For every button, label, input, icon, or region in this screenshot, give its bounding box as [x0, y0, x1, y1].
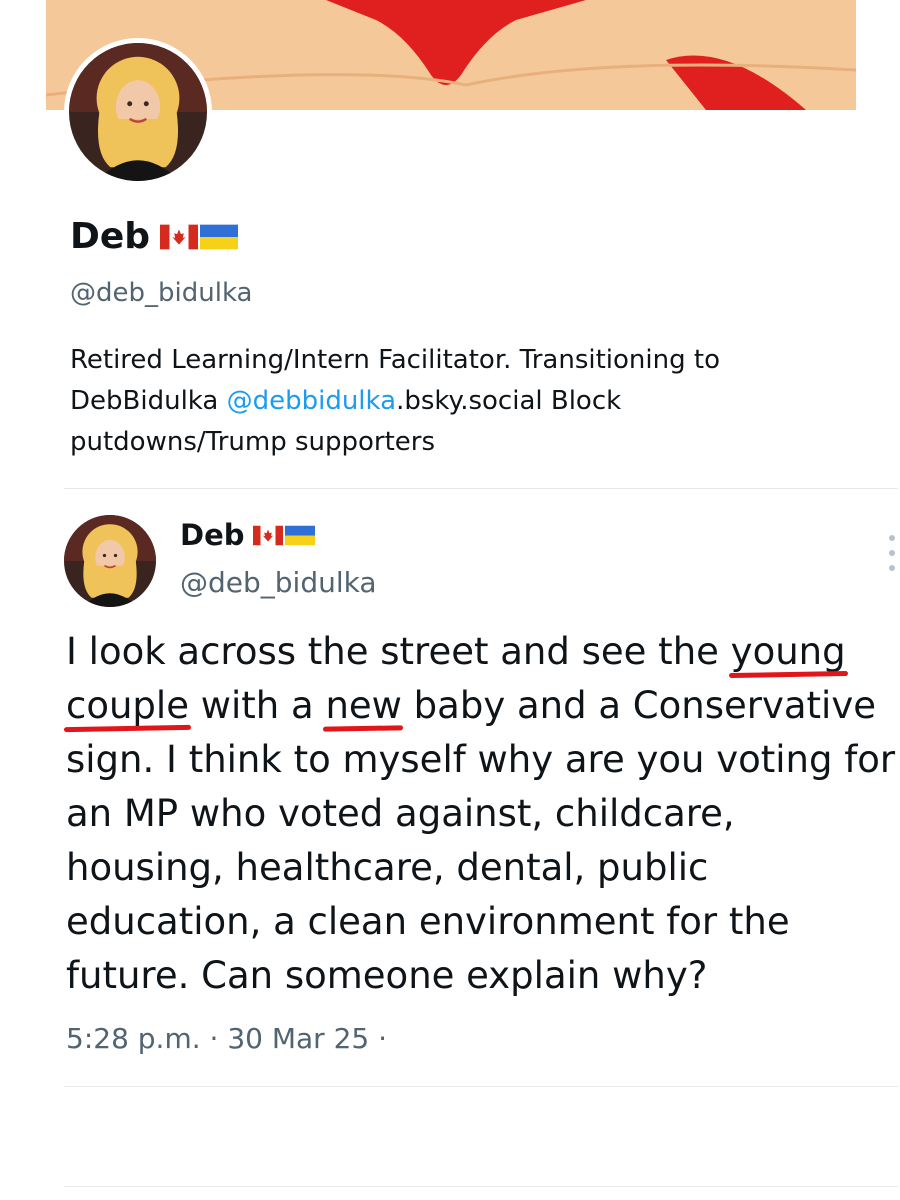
- tweet-flags: [252, 525, 315, 546]
- ukraine-flag-icon: [284, 525, 315, 546]
- divider: [64, 1086, 898, 1087]
- more-dot: [889, 535, 895, 541]
- more-options-icon[interactable]: [884, 535, 900, 571]
- tweet-handle[interactable]: @deb_bidulka: [180, 566, 377, 599]
- profile-bio: Retired Learning/Intern Facilitator. Tra…: [70, 340, 790, 463]
- underlined-word: new: [325, 679, 401, 733]
- tweet-name-text: Deb: [180, 518, 245, 552]
- divider: [64, 1186, 898, 1187]
- canada-flag-icon: [160, 224, 199, 250]
- avatar-photo: [64, 515, 156, 607]
- tweet-text-part: baby and a Conservative sign. I think to…: [66, 684, 896, 997]
- avatar-photo: [69, 43, 207, 181]
- underlined-word: young: [731, 625, 846, 679]
- more-dot: [889, 550, 895, 556]
- profile-flags: [160, 224, 239, 250]
- profile-name-text: Deb: [70, 216, 151, 257]
- divider: [64, 488, 898, 489]
- profile-avatar[interactable]: [64, 38, 212, 186]
- tweet-timestamp[interactable]: 5:28 p.m. · 30 Mar 25 ·: [66, 1022, 387, 1055]
- profile-display-name: Deb: [70, 216, 239, 257]
- bio-mention-link[interactable]: @debbidulka: [227, 386, 396, 416]
- tweet-text-part: with a: [188, 684, 326, 727]
- tweet-body: I look across the street and see the you…: [66, 625, 896, 1003]
- profile-handle: @deb_bidulka: [70, 278, 253, 308]
- underlined-word: couple: [66, 679, 189, 733]
- tweet-avatar[interactable]: [64, 515, 156, 607]
- ukraine-flag-icon: [200, 224, 239, 250]
- more-dot: [889, 565, 895, 571]
- tweet-display-name[interactable]: Deb: [180, 518, 315, 552]
- tweet-text-part: I look across the street and see the: [66, 630, 731, 673]
- canada-flag-icon: [252, 525, 283, 546]
